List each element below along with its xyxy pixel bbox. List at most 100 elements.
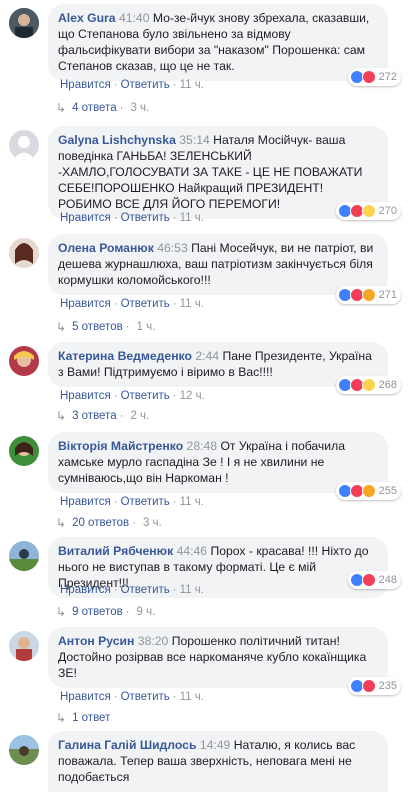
reactions-badge[interactable]: 235 (347, 677, 401, 695)
comment-time[interactable]: 11 ч. (180, 79, 204, 91)
reactions-badge[interactable]: 255 (335, 482, 401, 500)
avatar[interactable] (9, 631, 39, 661)
replies-count: 20 ответов (72, 517, 130, 529)
reactions-badge[interactable]: 270 (335, 202, 401, 220)
comment-item: Галина Галій Шидлось 14:49 Наталю, я кол… (0, 727, 411, 792)
view-replies-link[interactable]: ↳ 20 ответов · 3 ч. (56, 516, 162, 530)
like-link[interactable]: Нравится (60, 79, 111, 91)
replies-count: 4 ответа (72, 102, 117, 114)
reply-arrow-icon: ↳ (56, 516, 67, 530)
comment-time[interactable]: 11 ч. (180, 212, 204, 224)
love-reaction-icon (361, 679, 376, 693)
reactions-badge[interactable]: 271 (335, 286, 401, 304)
comment-item: Вікторія Майстренко 28:48 От Україна і п… (0, 428, 411, 533)
comment-item: Катерина Ведмеденко 2:44 Пане Президенте… (0, 338, 411, 428)
reactions-badge[interactable]: 268 (335, 376, 401, 394)
comment-time[interactable]: 11 ч. (180, 691, 204, 703)
replies-time: 3 ч. (142, 517, 162, 529)
view-replies-link[interactable]: ↳ 1 ответ (56, 711, 110, 725)
reply-link[interactable]: Ответить (121, 691, 170, 703)
comment-item: Антон Русин 38:20 Порошенко політичний т… (0, 623, 411, 727)
comment-author[interactable]: Виталий Рябченюк (58, 544, 173, 558)
comment-author[interactable]: Alex Gura (58, 11, 116, 25)
reply-arrow-icon: ↳ (56, 605, 67, 619)
comment-actions: Нравится · Ответить · 11 ч. (60, 79, 204, 91)
comment-video-timestamp[interactable]: 14:49 (200, 738, 231, 752)
reply-arrow-icon: ↳ (56, 409, 67, 423)
avatar[interactable] (9, 346, 39, 376)
like-link[interactable]: Нравится (60, 212, 111, 224)
reply-link[interactable]: Ответить (121, 584, 170, 596)
replies-time: 2 ч. (130, 410, 150, 422)
comment-time[interactable]: 12 ч. (180, 390, 205, 402)
reaction-count: 272 (378, 71, 397, 83)
comment-video-timestamp[interactable]: 41:40 (119, 11, 150, 25)
avatar[interactable] (9, 8, 39, 38)
avatar[interactable] (9, 436, 39, 466)
reaction-count: 248 (378, 574, 397, 586)
reactions-badge[interactable]: 272 (347, 68, 401, 86)
haha-reaction-icon (361, 204, 376, 218)
comment-item: Galyna Lishchynska 35:14 Наталя Мосійчук… (0, 122, 411, 227)
reply-arrow-icon: ↳ (56, 101, 67, 115)
comment-actions: Нравится · Ответить · 11 ч. (60, 298, 204, 310)
comment-time[interactable]: 11 ч. (180, 584, 204, 596)
reply-link[interactable]: Ответить (121, 298, 170, 310)
comment-author[interactable]: Galyna Lishchynska (58, 133, 176, 147)
replies-time: 9 ч. (136, 606, 156, 618)
avatar[interactable] (9, 541, 39, 571)
reply-link[interactable]: Ответить (121, 496, 170, 508)
love-reaction-icon (361, 70, 376, 84)
reply-link[interactable]: Ответить (121, 390, 170, 402)
view-replies-link[interactable]: ↳ 4 ответа · 3 ч. (56, 101, 149, 115)
comment-item: Alex Gura 41:40 Мо-зе-йчук знову збрехал… (0, 0, 411, 124)
comment-author[interactable]: Антон Русин (58, 634, 134, 648)
replies-count: 1 ответ (72, 712, 111, 724)
comment-actions: Нравится · Ответить · 11 ч. (60, 496, 204, 508)
comment-actions: Нравится · Ответить · 11 ч. (60, 212, 204, 224)
reply-arrow-icon: ↳ (56, 711, 67, 725)
comment-video-timestamp[interactable]: 46:53 (157, 241, 188, 255)
comment-time[interactable]: 11 ч. (180, 496, 204, 508)
comment-feed: Alex Gura 41:40 Мо-зе-йчук знову збрехал… (0, 0, 411, 792)
comment-video-timestamp[interactable]: 38:20 (138, 634, 169, 648)
view-replies-link[interactable]: ↳ 3 ответа · 2 ч. (56, 409, 149, 423)
reactions-badge[interactable]: 248 (347, 571, 401, 589)
replies-time: 1 ч. (136, 321, 156, 333)
comment-video-timestamp[interactable]: 28:48 (187, 439, 218, 453)
like-link[interactable]: Нравится (60, 496, 111, 508)
avatar[interactable] (9, 735, 39, 765)
avatar[interactable] (9, 130, 39, 160)
comment-video-timestamp[interactable]: 35:14 (179, 133, 210, 147)
like-link[interactable]: Нравится (60, 390, 111, 402)
comment-actions: Нравится · Ответить · 12 ч. (60, 390, 205, 402)
reply-link[interactable]: Ответить (121, 79, 170, 91)
reaction-count: 268 (378, 379, 397, 391)
comment-author[interactable]: Катерина Ведмеденко (58, 349, 192, 363)
view-replies-link[interactable]: ↳ 9 ответов · 9 ч. (56, 605, 155, 619)
comment-video-timestamp[interactable]: 2:44 (195, 349, 219, 363)
reaction-count: 270 (378, 205, 397, 217)
comment-author[interactable]: Галина Галій Шидлось (58, 738, 196, 752)
sad-reaction-icon (361, 378, 376, 392)
reaction-count: 255 (378, 485, 397, 497)
angry-reaction-icon (361, 288, 376, 302)
view-replies-link[interactable]: ↳ 5 ответов · 1 ч. (56, 320, 155, 334)
reply-link[interactable]: Ответить (121, 212, 170, 224)
comment-actions: Нравится · Ответить · 11 ч. (60, 691, 204, 703)
comment-author[interactable]: Олена Романюк (58, 241, 154, 255)
comment-author[interactable]: Вікторія Майстренко (58, 439, 183, 453)
avatar[interactable] (9, 238, 39, 268)
comment-bubble: Alex Gura 41:40 Мо-зе-йчук знову збрехал… (48, 4, 388, 81)
replies-time: 3 ч. (130, 102, 150, 114)
like-link[interactable]: Нравится (60, 691, 111, 703)
replies-count: 3 ответа (72, 410, 117, 422)
like-link[interactable]: Нравится (60, 584, 111, 596)
reply-arrow-icon: ↳ (56, 320, 67, 334)
comment-video-timestamp[interactable]: 44:46 (177, 544, 208, 558)
reaction-count: 271 (378, 289, 397, 301)
comment-time[interactable]: 11 ч. (180, 298, 204, 310)
like-link[interactable]: Нравится (60, 298, 111, 310)
replies-count: 9 ответов (72, 606, 123, 618)
comment-bubble: Вікторія Майстренко 28:48 От Україна і п… (48, 432, 388, 493)
